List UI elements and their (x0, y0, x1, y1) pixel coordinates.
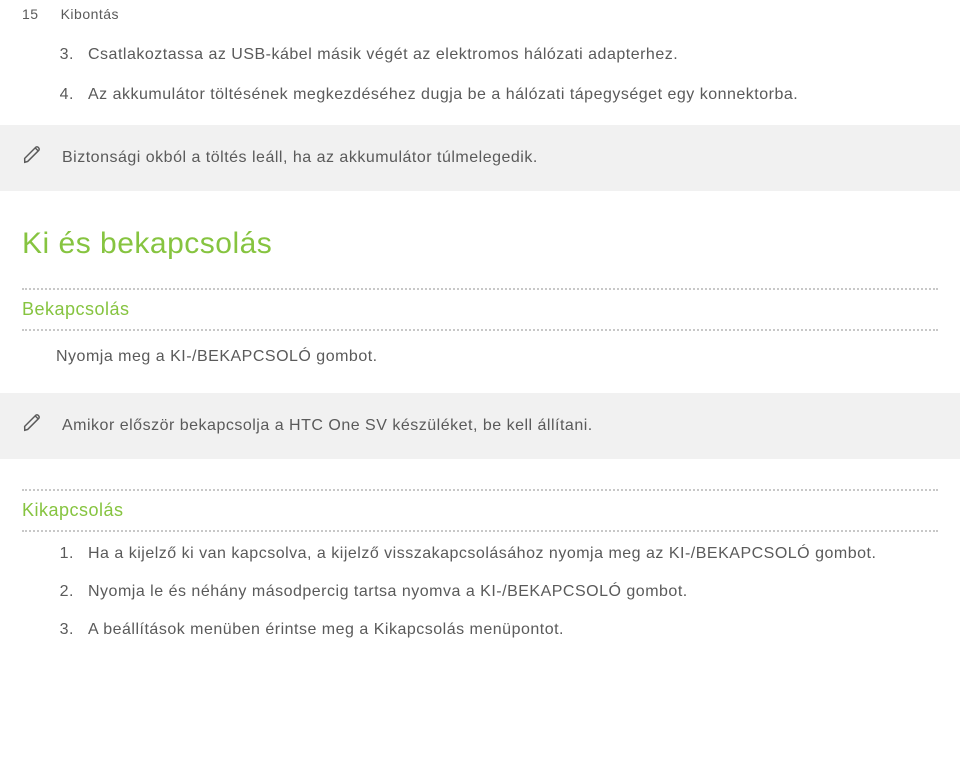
list-number: 2. (56, 580, 74, 604)
note-text: Amikor először bekapcsolja a HTC One SV … (62, 414, 593, 438)
heading-level-2: Ki és bekapcsolás (0, 221, 960, 288)
page-number: 15 (22, 4, 39, 25)
ordered-list-2: 1. Ha a kijelző ki van kapcsolva, a kije… (0, 532, 960, 642)
page-header: 15 Kibontás (0, 0, 960, 43)
list-number: 3. (56, 43, 74, 67)
list-text: Az akkumulátor töltésének megkezdéséhez … (88, 83, 938, 107)
list-item: 4. Az akkumulátor töltésének megkezdéséh… (56, 83, 938, 107)
list-item: 3. Csatlakoztassa az USB-kábel másik vég… (56, 43, 938, 67)
subheading-bekapcsolas: Bekapcsolás (22, 288, 938, 331)
body-text: Nyomja meg a KI-/BEKAPCSOLÓ gombot. (0, 331, 960, 375)
list-number: 3. (56, 618, 74, 642)
list-item: 3. A beállítások menüben érintse meg a K… (56, 618, 938, 642)
list-number: 1. (56, 542, 74, 566)
pen-icon (22, 143, 44, 173)
section-title: Kibontás (61, 4, 119, 25)
list-text: Ha a kijelző ki van kapcsolva, a kijelző… (88, 542, 938, 566)
subheading-kikapcsolas: Kikapcsolás (22, 489, 938, 532)
list-item: 2. Nyomja le és néhány másodpercig tarts… (56, 580, 938, 604)
list-text: A beállítások menüben érintse meg a Kika… (88, 618, 938, 642)
note-text: Biztonsági okból a töltés leáll, ha az a… (62, 146, 538, 170)
list-item: 1. Ha a kijelző ki van kapcsolva, a kije… (56, 542, 938, 566)
list-text: Csatlakoztassa az USB-kábel másik végét … (88, 43, 938, 67)
note-box: Amikor először bekapcsolja a HTC One SV … (0, 393, 960, 459)
note-box: Biztonsági okból a töltés leáll, ha az a… (0, 125, 960, 191)
list-number: 4. (56, 83, 74, 107)
pen-icon (22, 411, 44, 441)
list-text: Nyomja le és néhány másodpercig tartsa n… (88, 580, 938, 604)
ordered-list-1: 3. Csatlakoztassa az USB-kábel másik vég… (0, 43, 960, 107)
